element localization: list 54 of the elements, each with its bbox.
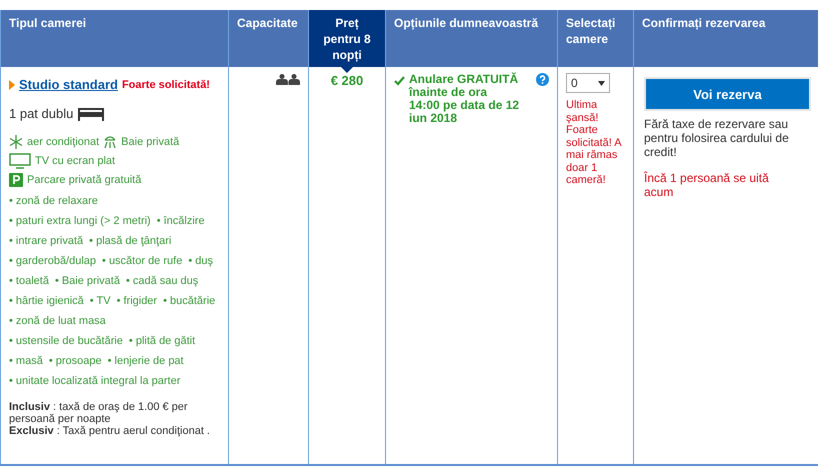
amenity-text: • plită de gătit (128, 335, 196, 347)
facility-text: Baie privată (121, 136, 180, 148)
column-header: Tipul camerei (0, 10, 228, 67)
tax-note: Exclusiv : Taxă pentru aerul condiţionat . (9, 425, 211, 437)
amenity-text: • duş (188, 255, 213, 267)
parking-icon (9, 173, 23, 187)
amenity-text: • prosoape (48, 355, 102, 367)
amenity-text: • hârtie igienică (9, 295, 84, 307)
amenity-text: • toaletă (9, 275, 49, 287)
tax-note: Inclusiv : taxă de oraş de 1.00 € per persoană per noapte (9, 401, 189, 425)
facility-text: Parcare privată gratuită (27, 174, 142, 186)
amenity-text: • TV (90, 295, 111, 307)
amenity-text: • unitate localizată integral la parter (9, 375, 180, 387)
amenity-text: • cadă sau duş (126, 275, 198, 287)
facility-text: TV cu ecran plat (35, 155, 116, 167)
amenity-text: • ustensile de bucătărie (9, 335, 123, 347)
shower-icon (103, 135, 118, 149)
rooms-select[interactable]: 0 (566, 73, 610, 93)
amenity-text: • masă (9, 355, 43, 367)
viewers-text: Încă 1 persoană se uită acum (644, 171, 770, 199)
reserve-button[interactable]: Voi rezerva (646, 79, 809, 109)
column-header: Selectați camere (557, 10, 633, 67)
dropdown-caret-icon (598, 80, 605, 86)
amenity-text: • uscător de rufe (102, 255, 182, 267)
help-icon[interactable] (536, 73, 549, 86)
column-header: Capacitate (228, 10, 308, 67)
amenity-text: • bucătărie (163, 295, 216, 307)
header-pointer (341, 67, 353, 73)
amenity-text: • intrare privată (9, 235, 84, 247)
bed-text: 1 pat dublu (9, 106, 74, 121)
column-header: Opțiunile dumneavoastră (385, 10, 557, 67)
demand-label: Foarte solicitată! (122, 78, 210, 90)
amenity-text: • lenjerie de pat (108, 355, 184, 367)
bed-icon (77, 106, 106, 120)
two-persons-icon (276, 74, 300, 85)
price-text: € 280 (330, 73, 364, 88)
tv-icon (9, 153, 31, 169)
amenity-text: • zonă de relaxare (9, 195, 98, 207)
room-link[interactable]: Studio standard (19, 77, 118, 92)
facility-text: aer condiţionat (27, 136, 100, 148)
cancellation-text: Anulare GRATUITĂ înainte de ora 14:00 pe data de 12 iun 2018 (409, 73, 520, 125)
amenity-text: • plasă de ţânţari (89, 235, 172, 247)
snowflake-icon (9, 135, 23, 149)
fees-text: Fără taxe de rezervare sau pentru folosirea cardului de credit! (644, 117, 790, 159)
availability-warning: Ultima şansă! Foarte solicitată! A mai rămas doar 1 cameră! (566, 99, 622, 186)
amenity-text: • zonă de luat masa (9, 315, 106, 327)
check-icon (394, 76, 405, 86)
amenity-text: • paturi extra lungi (> 2 metri) (9, 215, 151, 227)
amenity-text: • Baie privată (54, 275, 120, 287)
amenity-text: • frigider (116, 295, 158, 307)
amenity-text: • încălzire (156, 215, 205, 227)
caret-icon (9, 80, 15, 90)
amenity-text: • garderobă/dulap (9, 255, 96, 267)
column-header: Confirmați rezervarea (633, 10, 818, 67)
